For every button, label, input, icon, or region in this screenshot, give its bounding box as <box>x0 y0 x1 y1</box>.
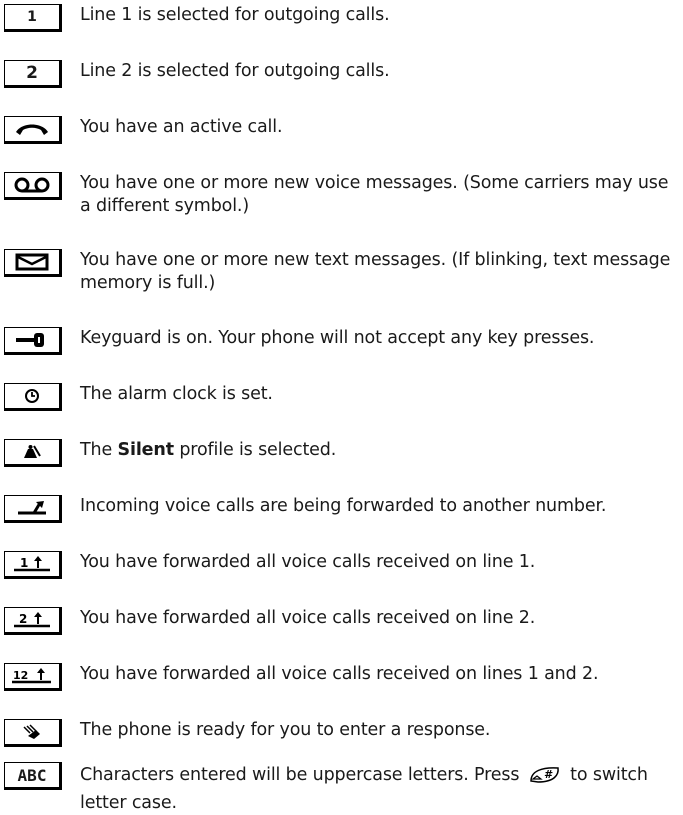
line-1-icon: 1 <box>4 4 62 32</box>
keyguard-icon <box>4 327 62 355</box>
indicator-description: Incoming voice calls are being forwarded… <box>80 496 607 516</box>
active-call-icon <box>4 116 62 144</box>
indicator-description: You have one or more new voice messages.… <box>80 173 669 216</box>
forward-line-2-icon: 2 <box>4 607 62 635</box>
line-1-icon-label: 1 <box>27 9 37 25</box>
silent-profile-icon <box>4 439 62 467</box>
indicator-description: Line 2 is selected for outgoing calls. <box>80 61 390 81</box>
hash-key-icon: # <box>528 765 562 792</box>
indicator-description: You have an active call. <box>80 117 283 137</box>
indicator-description: You have one or more new text messages. … <box>80 250 671 293</box>
forward-line-1-label: 1 <box>20 556 28 570</box>
silent-profile-name: Silent <box>117 440 175 460</box>
indicator-description: You have forwarded all voice calls recei… <box>80 552 536 572</box>
line-2-icon-label: 2 <box>26 63 38 83</box>
indicator-description: Characters entered will be uppercase let… <box>80 764 679 815</box>
forward-lines-1-2-icon: 12 <box>4 663 62 691</box>
indicator-description: You have forwarded all voice calls recei… <box>80 608 536 628</box>
uppercase-abc-label: ABC <box>17 765 47 785</box>
uppercase-abc-icon: ABC <box>4 762 62 790</box>
indicator-description: Keyguard is on. Your phone will not acce… <box>80 328 595 348</box>
description-text: profile is selected. <box>173 440 337 460</box>
indicator-description: The Silent profile is selected. <box>80 439 679 462</box>
forward-line-1-icon: 1 <box>4 551 62 579</box>
line-2-icon: 2 <box>4 60 62 88</box>
text-message-icon <box>4 249 62 277</box>
forward-lines-1-2-label: 12 <box>13 669 28 682</box>
description-text: The <box>80 440 118 460</box>
response-ready-icon <box>4 719 62 747</box>
voice-message-icon <box>4 172 62 200</box>
alarm-clock-icon <box>4 383 62 411</box>
indicator-description: The phone is ready for you to enter a re… <box>80 720 491 740</box>
indicator-description: You have forwarded all voice calls recei… <box>80 664 599 684</box>
description-text: Characters entered will be uppercase let… <box>80 765 525 785</box>
call-forward-icon <box>4 495 62 523</box>
indicator-description: The alarm clock is set. <box>80 384 273 404</box>
indicator-description: Line 1 is selected for outgoing calls. <box>80 5 390 25</box>
forward-line-2-label: 2 <box>19 612 27 626</box>
